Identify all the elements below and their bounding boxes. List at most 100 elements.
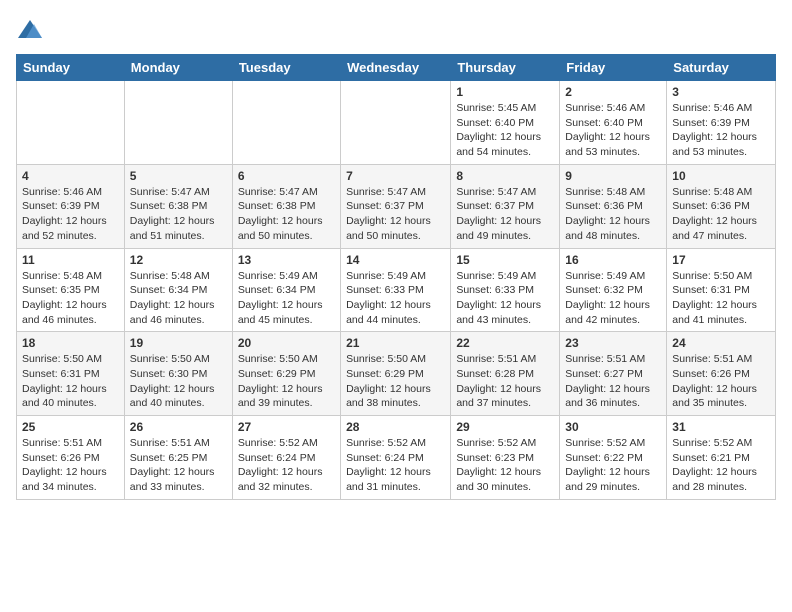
- day-cell: 1 Sunrise: 5:45 AM Sunset: 6:40 PM Daylig…: [451, 81, 560, 165]
- day-cell: 6Sunrise: 5:47 AM Sunset: 6:38 PM Daylig…: [232, 164, 340, 248]
- day-cell: 4 Sunrise: 5:46 AM Sunset: 6:39 PM Daylig…: [17, 164, 125, 248]
- day-number: 26: [130, 420, 227, 434]
- week-row-1: 1 Sunrise: 5:45 AM Sunset: 6:40 PM Daylig…: [17, 81, 776, 165]
- logo: [16, 16, 48, 44]
- day-info: Sunrise: 5:50 AM Sunset: 6:29 PM Dayligh…: [346, 352, 445, 411]
- day-info: Sunrise: 5:46 AM Sunset: 6:39 PM Dayligh…: [672, 101, 770, 160]
- day-cell: 2 Sunrise: 5:46 AM Sunset: 6:40 PM Daylig…: [560, 81, 667, 165]
- col-header-monday: Monday: [124, 55, 232, 81]
- day-info: Sunrise: 5:49 AM Sunset: 6:33 PM Dayligh…: [346, 269, 445, 328]
- day-info: Sunrise: 5:48 AM Sunset: 6:36 PM Dayligh…: [565, 185, 661, 244]
- day-cell: 27Sunrise: 5:52 AM Sunset: 6:24 PM Dayli…: [232, 416, 340, 500]
- day-cell: [341, 81, 451, 165]
- day-info: Sunrise: 5:49 AM Sunset: 6:33 PM Dayligh…: [456, 269, 554, 328]
- day-info: Sunrise: 5:52 AM Sunset: 6:24 PM Dayligh…: [238, 436, 335, 495]
- day-info: Sunrise: 5:48 AM Sunset: 6:36 PM Dayligh…: [672, 185, 770, 244]
- day-number: 25: [22, 420, 119, 434]
- week-row-3: 11 Sunrise: 5:48 AM Sunset: 6:35 PM Dayli…: [17, 248, 776, 332]
- day-cell: 17Sunrise: 5:50 AM Sunset: 6:31 PM Dayli…: [667, 248, 776, 332]
- day-cell: 3 Sunrise: 5:46 AM Sunset: 6:39 PM Daylig…: [667, 81, 776, 165]
- day-number: 31: [672, 420, 770, 434]
- day-number: 19: [130, 336, 227, 350]
- day-info: Sunrise: 5:51 AM Sunset: 6:25 PM Dayligh…: [130, 436, 227, 495]
- day-number: 11: [22, 253, 119, 267]
- day-info: Sunrise: 5:49 AM Sunset: 6:34 PM Dayligh…: [238, 269, 335, 328]
- day-number: 13: [238, 253, 335, 267]
- day-number: 24: [672, 336, 770, 350]
- day-cell: 31 Sunrise: 5:52 AM Sunset: 6:21 PM Dayli…: [667, 416, 776, 500]
- day-number: 21: [346, 336, 445, 350]
- day-info: Sunrise: 5:52 AM Sunset: 6:21 PM Dayligh…: [672, 436, 770, 495]
- day-number: 1: [456, 85, 554, 99]
- day-number: 3: [672, 85, 770, 99]
- day-number: 8: [456, 169, 554, 183]
- day-info: Sunrise: 5:45 AM Sunset: 6:40 PM Dayligh…: [456, 101, 554, 160]
- day-number: 12: [130, 253, 227, 267]
- day-number: 20: [238, 336, 335, 350]
- day-info: Sunrise: 5:51 AM Sunset: 6:27 PM Dayligh…: [565, 352, 661, 411]
- calendar-table: SundayMondayTuesdayWednesdayThursdayFrid…: [16, 54, 776, 500]
- day-cell: [17, 81, 125, 165]
- day-cell: 10Sunrise: 5:48 AM Sunset: 6:36 PM Dayli…: [667, 164, 776, 248]
- day-number: 22: [456, 336, 554, 350]
- day-cell: 7 Sunrise: 5:47 AM Sunset: 6:37 PM Daylig…: [341, 164, 451, 248]
- day-number: 14: [346, 253, 445, 267]
- day-cell: 12 Sunrise: 5:48 AM Sunset: 6:34 PM Dayli…: [124, 248, 232, 332]
- day-cell: 13 Sunrise: 5:49 AM Sunset: 6:34 PM Dayli…: [232, 248, 340, 332]
- day-cell: 16Sunrise: 5:49 AM Sunset: 6:32 PM Dayli…: [560, 248, 667, 332]
- day-info: Sunrise: 5:47 AM Sunset: 6:38 PM Dayligh…: [238, 185, 335, 244]
- header: [16, 16, 776, 44]
- day-cell: 26 Sunrise: 5:51 AM Sunset: 6:25 PM Dayli…: [124, 416, 232, 500]
- day-info: Sunrise: 5:48 AM Sunset: 6:35 PM Dayligh…: [22, 269, 119, 328]
- day-cell: 30Sunrise: 5:52 AM Sunset: 6:22 PM Dayli…: [560, 416, 667, 500]
- day-cell: 20 Sunrise: 5:50 AM Sunset: 6:29 PM Dayli…: [232, 332, 340, 416]
- week-row-4: 18 Sunrise: 5:50 AM Sunset: 6:31 PM Dayli…: [17, 332, 776, 416]
- day-number: 15: [456, 253, 554, 267]
- day-number: 17: [672, 253, 770, 267]
- day-info: Sunrise: 5:46 AM Sunset: 6:40 PM Dayligh…: [565, 101, 661, 160]
- col-header-tuesday: Tuesday: [232, 55, 340, 81]
- col-header-wednesday: Wednesday: [341, 55, 451, 81]
- day-info: Sunrise: 5:47 AM Sunset: 6:38 PM Dayligh…: [130, 185, 227, 244]
- header-row: SundayMondayTuesdayWednesdayThursdayFrid…: [17, 55, 776, 81]
- day-cell: [232, 81, 340, 165]
- page: SundayMondayTuesdayWednesdayThursdayFrid…: [0, 0, 792, 516]
- day-number: 7: [346, 169, 445, 183]
- day-cell: 24 Sunrise: 5:51 AM Sunset: 6:26 PM Dayli…: [667, 332, 776, 416]
- day-number: 28: [346, 420, 445, 434]
- day-info: Sunrise: 5:51 AM Sunset: 6:26 PM Dayligh…: [672, 352, 770, 411]
- col-header-saturday: Saturday: [667, 55, 776, 81]
- day-info: Sunrise: 5:47 AM Sunset: 6:37 PM Dayligh…: [346, 185, 445, 244]
- col-header-thursday: Thursday: [451, 55, 560, 81]
- day-cell: 5Sunrise: 5:47 AM Sunset: 6:38 PM Daylig…: [124, 164, 232, 248]
- day-cell: 18 Sunrise: 5:50 AM Sunset: 6:31 PM Dayli…: [17, 332, 125, 416]
- day-cell: 14 Sunrise: 5:49 AM Sunset: 6:33 PM Dayli…: [341, 248, 451, 332]
- col-header-sunday: Sunday: [17, 55, 125, 81]
- day-cell: 29Sunrise: 5:52 AM Sunset: 6:23 PM Dayli…: [451, 416, 560, 500]
- day-number: 4: [22, 169, 119, 183]
- day-cell: [124, 81, 232, 165]
- day-cell: 22 Sunrise: 5:51 AM Sunset: 6:28 PM Dayli…: [451, 332, 560, 416]
- day-info: Sunrise: 5:52 AM Sunset: 6:24 PM Dayligh…: [346, 436, 445, 495]
- day-number: 23: [565, 336, 661, 350]
- day-cell: 21 Sunrise: 5:50 AM Sunset: 6:29 PM Dayli…: [341, 332, 451, 416]
- day-info: Sunrise: 5:47 AM Sunset: 6:37 PM Dayligh…: [456, 185, 554, 244]
- day-cell: 25Sunrise: 5:51 AM Sunset: 6:26 PM Dayli…: [17, 416, 125, 500]
- day-info: Sunrise: 5:52 AM Sunset: 6:23 PM Dayligh…: [456, 436, 554, 495]
- week-row-5: 25Sunrise: 5:51 AM Sunset: 6:26 PM Dayli…: [17, 416, 776, 500]
- logo-icon: [16, 16, 44, 44]
- day-number: 16: [565, 253, 661, 267]
- day-number: 2: [565, 85, 661, 99]
- day-info: Sunrise: 5:46 AM Sunset: 6:39 PM Dayligh…: [22, 185, 119, 244]
- day-info: Sunrise: 5:50 AM Sunset: 6:29 PM Dayligh…: [238, 352, 335, 411]
- day-number: 18: [22, 336, 119, 350]
- day-cell: 9Sunrise: 5:48 AM Sunset: 6:36 PM Daylig…: [560, 164, 667, 248]
- day-info: Sunrise: 5:50 AM Sunset: 6:31 PM Dayligh…: [22, 352, 119, 411]
- day-info: Sunrise: 5:51 AM Sunset: 6:28 PM Dayligh…: [456, 352, 554, 411]
- day-info: Sunrise: 5:48 AM Sunset: 6:34 PM Dayligh…: [130, 269, 227, 328]
- day-info: Sunrise: 5:52 AM Sunset: 6:22 PM Dayligh…: [565, 436, 661, 495]
- day-cell: 23 Sunrise: 5:51 AM Sunset: 6:27 PM Dayli…: [560, 332, 667, 416]
- week-row-2: 4 Sunrise: 5:46 AM Sunset: 6:39 PM Daylig…: [17, 164, 776, 248]
- day-cell: 8 Sunrise: 5:47 AM Sunset: 6:37 PM Daylig…: [451, 164, 560, 248]
- day-cell: 11 Sunrise: 5:48 AM Sunset: 6:35 PM Dayli…: [17, 248, 125, 332]
